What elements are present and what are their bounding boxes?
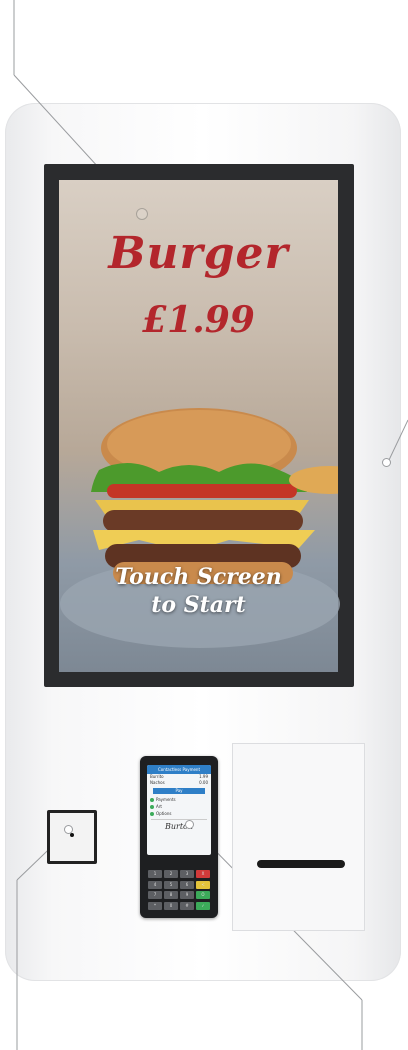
- receipt-printer: [232, 743, 365, 931]
- keypad-key[interactable]: 6: [180, 880, 194, 889]
- keypad-clear-key[interactable]: <: [196, 880, 210, 889]
- callout-marker-icon: [64, 825, 73, 834]
- keypad-key[interactable]: 3: [180, 870, 194, 878]
- keypad-confirm-key[interactable]: ✓: [196, 901, 210, 910]
- row-label: Nachos: [150, 780, 165, 785]
- terminal-option[interactable]: Art: [147, 803, 211, 810]
- burger-image: [91, 408, 338, 584]
- option-dot-icon: [150, 804, 154, 809]
- keypad-key[interactable]: 7: [148, 891, 162, 899]
- terminal-row: Nachos 0.00: [147, 780, 211, 786]
- signature-area[interactable]: Burton: [151, 819, 207, 834]
- camera-icon: [136, 208, 148, 220]
- terminal-option[interactable]: Payments: [147, 796, 211, 803]
- terminal-pay-button[interactable]: Pay: [153, 788, 205, 794]
- keypad-key[interactable]: 8: [164, 891, 178, 899]
- cta-line-1: Touch Screen: [115, 564, 282, 590]
- option-label: Payments: [156, 797, 176, 802]
- option-dot-icon: [150, 797, 154, 802]
- keypad-key[interactable]: 9: [180, 891, 194, 899]
- keypad-key[interactable]: 1: [148, 870, 162, 878]
- option-dot-icon: [150, 811, 154, 816]
- keypad-cancel-key[interactable]: X: [196, 870, 210, 878]
- touch-to-start-prompt[interactable]: Touch Screen to Start: [59, 563, 338, 619]
- keypad-key[interactable]: 5: [164, 880, 178, 889]
- terminal-screen[interactable]: Contactless Payment Burrito 1.99 Nachos …: [147, 765, 211, 855]
- scanner-sensor-icon: [70, 833, 74, 837]
- cta-line-2: to Start: [151, 592, 246, 618]
- promo-headline: Burger: [108, 228, 289, 279]
- terminal-option[interactable]: Options: [147, 810, 211, 817]
- keypad-key[interactable]: 2: [164, 870, 178, 878]
- barcode-scanner[interactable]: [47, 810, 97, 864]
- terminal-keypad: 1 2 3 X 4 5 6 < 7 8 9 O * 0 # ✓: [148, 870, 210, 910]
- receipt-slot[interactable]: [257, 860, 345, 868]
- option-label: Art: [156, 804, 162, 809]
- keypad-key[interactable]: #: [180, 901, 194, 910]
- keypad-enter-key[interactable]: O: [196, 891, 210, 899]
- keypad-key[interactable]: 4: [148, 880, 162, 889]
- terminal-header: Contactless Payment: [147, 765, 211, 774]
- callout-marker-icon: [382, 458, 391, 467]
- option-label: Options: [156, 811, 172, 816]
- row-value: 0.00: [199, 780, 208, 785]
- keypad-key[interactable]: *: [148, 901, 162, 910]
- promo-price: £1.99: [142, 299, 255, 341]
- keypad-key[interactable]: 0: [164, 901, 178, 910]
- callout-marker-icon: [185, 820, 194, 829]
